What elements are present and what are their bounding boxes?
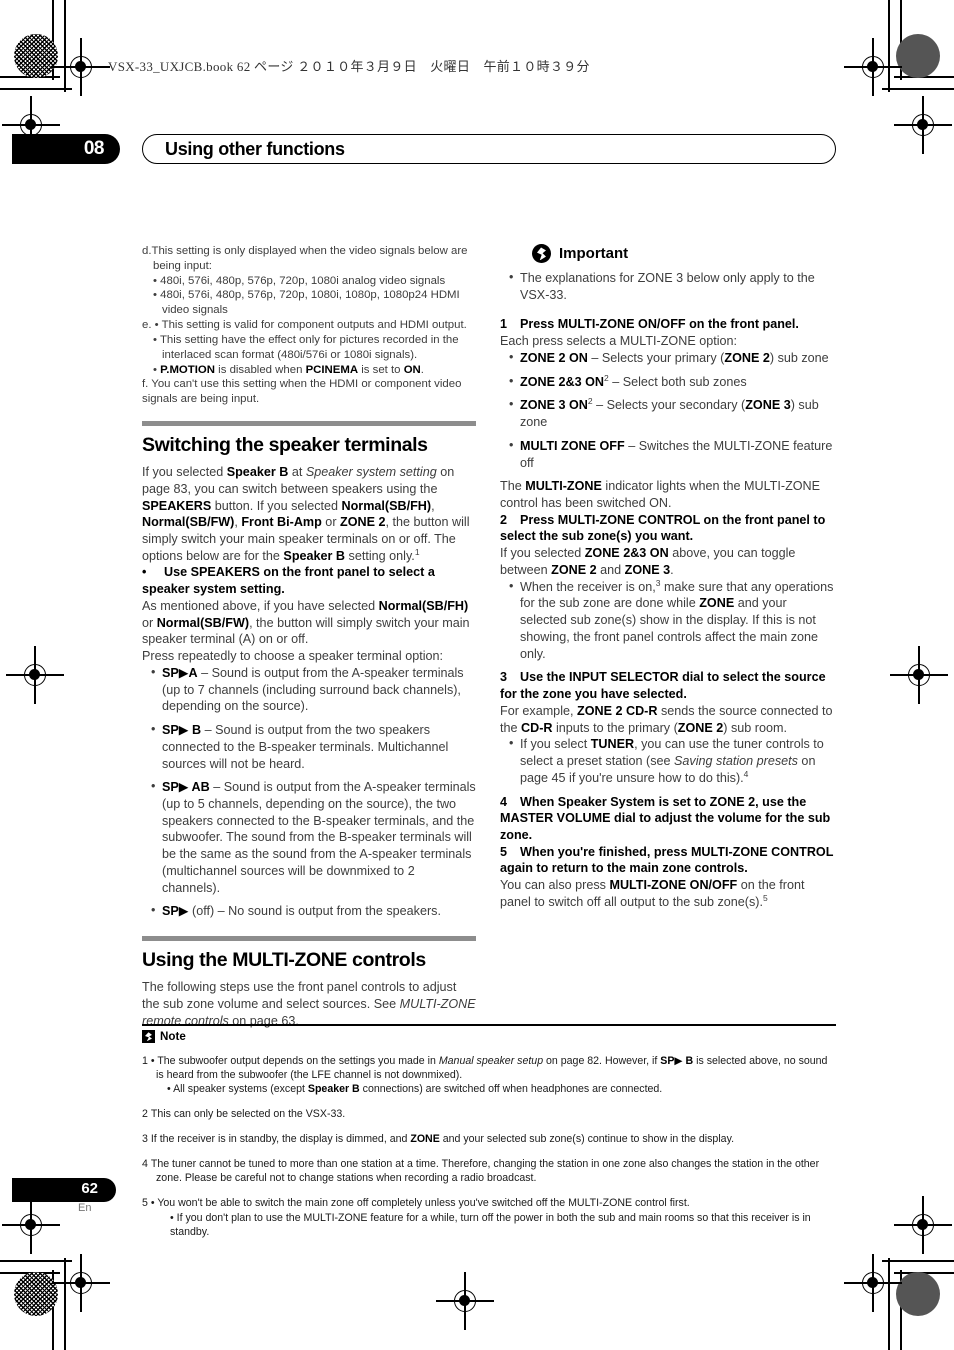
- print-slug: VSX-33_UXJCB.book 62 ページ ２０１０年３月９日 火曜日 午…: [108, 59, 590, 74]
- speakers-step-body: As mentioned above, if you have selected…: [142, 598, 470, 647]
- zone-option-off: MULTI ZONE OFF – Switches the MULTI-ZONE…: [500, 437, 834, 471]
- footnote-d-line1: d.This setting is only displayed when th…: [142, 245, 468, 257]
- note-label: Note: [160, 1030, 186, 1044]
- footnote-e-bullet2: • This setting have the effect only for …: [153, 333, 459, 361]
- registration-mark: [52, 1254, 110, 1312]
- step-3-sub-bullet: If you select TUNER, you can use the tun…: [500, 735, 834, 786]
- step-2-title: 2 Press MULTI-ZONE CONTROL on the front p…: [500, 512, 826, 544]
- note-item-5: 5 • You won't be able to switch the main…: [142, 1196, 836, 1239]
- press-repeatedly-text: Press repeatedly to choose a speaker ter…: [142, 649, 444, 664]
- step-1-body: Each press selects a MULTI-ZONE option:: [500, 334, 738, 349]
- important-label: Important: [559, 245, 629, 262]
- note-item-2: 2 This can only be selected on the VSX-3…: [142, 1108, 346, 1121]
- speaker-terminals-intro: If you selected Speaker B at Speaker sys…: [142, 465, 470, 563]
- step-1-title: 1 Press MULTI-ZONE ON/OFF on the front pa…: [500, 317, 799, 332]
- footnote-e: e. • This setting is valid for component…: [142, 318, 476, 377]
- speaker-option-a: SP▶A – Sound is output from the A-speake…: [142, 664, 476, 715]
- note-icon: [142, 1030, 155, 1044]
- chapter-title-bar: Using other functions: [142, 134, 836, 164]
- step-4-title: 4 When Speaker System is set to ZONE 2, u…: [500, 794, 831, 842]
- registration-mark: [890, 646, 948, 704]
- page-title: Using other functions: [165, 139, 345, 159]
- right-column: Important The explanations for ZONE 3 be…: [500, 244, 834, 911]
- speakers-step-heading: • Use SPEAKERS on the front panel to sele…: [142, 565, 435, 597]
- note-header: Note: [142, 1030, 836, 1044]
- bullet-glyph: •: [142, 565, 147, 580]
- registration-mark: [436, 1272, 494, 1330]
- section-divider: [142, 936, 476, 942]
- notes-divider: [142, 1024, 836, 1027]
- footnote-d: d.This setting is only displayed when th…: [142, 244, 476, 318]
- registration-mark: [844, 38, 902, 96]
- speaker-option-b: SP▶ B – Sound is output from the two spe…: [142, 721, 476, 772]
- chapter-number-badge: 08: [12, 134, 120, 164]
- section-divider: [142, 421, 476, 427]
- page-number: 62: [81, 1180, 98, 1197]
- halftone-dot-mark: [14, 34, 58, 78]
- footnote-d-bullet1: • 480i, 576i, 480p, 576p, 720p, 1080i an…: [153, 274, 446, 287]
- page-number-badge: 62: [12, 1178, 116, 1202]
- important-header: Important: [532, 244, 834, 264]
- footnote-d-line2: being input:: [153, 259, 212, 272]
- zone-option-2and3on: ZONE 2&3 ON2 – Select both sub zones: [500, 373, 834, 391]
- note-item-1-sub: • All speaker systems (except Speaker B …: [167, 1083, 663, 1096]
- multizone-intro: The following steps use the front panel …: [142, 980, 476, 1028]
- footnote-f: f. You can't use this setting when the H…: [142, 378, 462, 406]
- note-item-4: 4 The tuner cannot be tuned to more than…: [142, 1158, 820, 1185]
- step-5-body: You can also press MULTI-ZONE ON/OFF on …: [500, 878, 805, 909]
- note-item-5-sub: • If you don't plan to use the MULTI-ZON…: [170, 1211, 811, 1238]
- table-footnote-block: d.This setting is only displayed when th…: [142, 244, 476, 407]
- note-item-3: 3 If the receiver is in standby, the dis…: [142, 1133, 735, 1146]
- note-item-1: 1 • The subwoofer output depends on the …: [142, 1054, 836, 1097]
- left-column: d.This setting is only displayed when th…: [142, 244, 476, 1029]
- registration-mark: [52, 38, 110, 96]
- halftone-dot-mark: [14, 1272, 58, 1316]
- crop-line: [0, 88, 72, 90]
- step-2-body: If you selected ZONE 2&3 ON above, you c…: [500, 546, 796, 577]
- page-language: En: [78, 1202, 92, 1214]
- registration-mark: [894, 96, 952, 154]
- solid-dot-mark: [896, 1272, 940, 1316]
- speaker-option-ab: SP▶ AB – Sound is output from the A-spea…: [142, 778, 476, 896]
- crop-line: [882, 1260, 954, 1262]
- important-bullet: The explanations for ZONE 3 below only a…: [500, 269, 834, 303]
- important-icon: [532, 244, 551, 264]
- step-3-body: For example, ZONE 2 CD-R sends the sourc…: [500, 703, 833, 735]
- speaker-option-off: SP▶ (off) – No sound is output from the …: [142, 902, 476, 920]
- step-2-sub-bullet: When the receiver is on,3 make sure that…: [500, 578, 834, 663]
- step-3-title: 3 Use the INPUT SELECTOR dial to select t…: [500, 670, 826, 702]
- multizone-indicator-text: The MULTI-ZONE indicator lights when the…: [500, 479, 821, 511]
- registration-mark: [844, 1254, 902, 1312]
- section-heading-speaker-terminals: Switching the speaker terminals: [142, 434, 428, 457]
- registration-mark: [894, 1196, 952, 1254]
- crop-line: [882, 88, 954, 90]
- zone-option-3on: ZONE 3 ON2 – Selects your secondary (ZON…: [500, 396, 834, 430]
- notes-section: Note 1 • The subwoofer output depends on…: [142, 1024, 836, 1239]
- registration-mark: [6, 646, 64, 704]
- registration-mark: [2, 1196, 60, 1254]
- step-5-title: 5 When you're finished, press MULTI-ZONE …: [500, 844, 834, 876]
- footnote-d-bullet2: • 480i, 576i, 480p, 576p, 720p, 1080i, 1…: [153, 289, 460, 317]
- zone-option-2on: ZONE 2 ON – Selects your primary (ZONE 2…: [500, 349, 834, 367]
- solid-dot-mark: [896, 34, 940, 78]
- crop-line: [0, 1260, 72, 1262]
- section-heading-multizone: Using the MULTI-ZONE controls: [142, 949, 426, 972]
- chapter-number: 08: [83, 138, 105, 159]
- footnote-e-bullet3: • P.MOTION is disabled when PCINEMA is s…: [153, 363, 424, 376]
